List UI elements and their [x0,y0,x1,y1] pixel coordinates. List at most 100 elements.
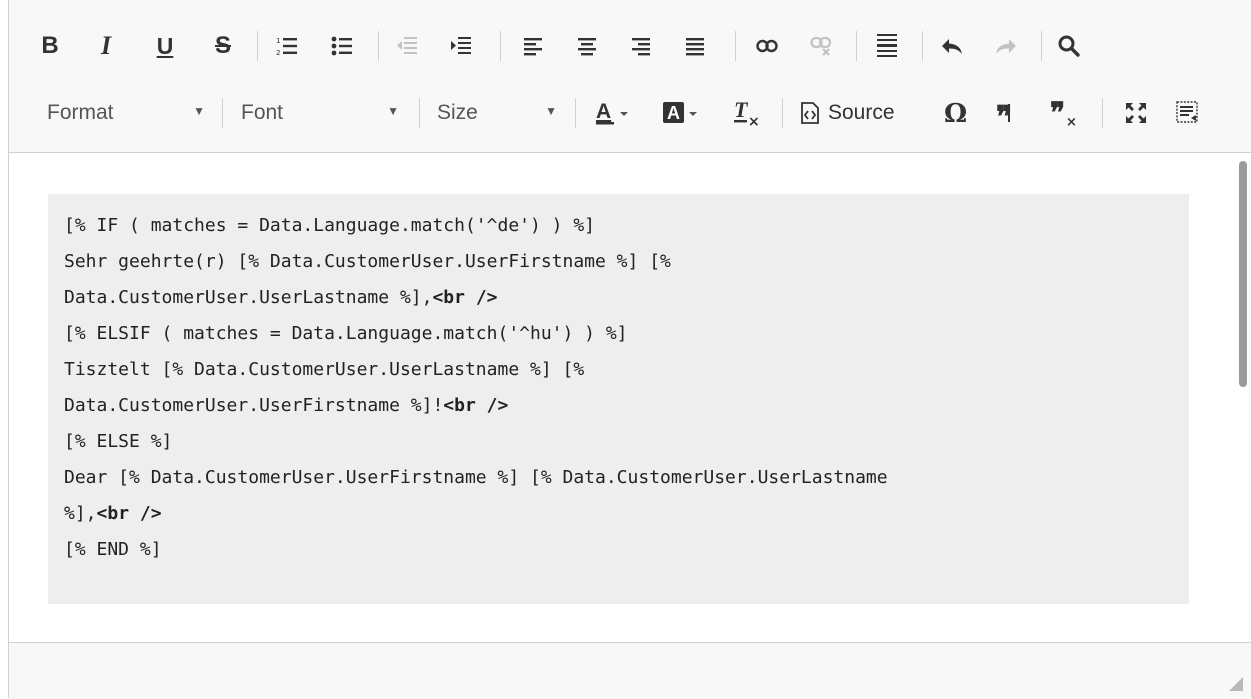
br-tag: <br /> [96,503,162,524]
justify-button[interactable] [680,21,710,71]
unlink-icon [810,36,832,56]
chevron-down-icon: ▼ [545,104,557,118]
bulleted-list-button[interactable] [327,21,357,71]
font-dropdown-label: Font [241,101,284,124]
maximize-button[interactable] [1119,88,1153,138]
special-character-button[interactable]: Ω [939,88,975,138]
indent-button[interactable] [446,21,476,71]
outdent-icon [397,37,417,54]
redo-icon [996,39,1016,54]
underline-button[interactable]: U [154,21,176,71]
align-left-button[interactable] [518,21,548,71]
code-line: [% ELSE %] [64,431,173,452]
code-line-text: %], [64,503,97,524]
br-tag: <br /> [432,287,498,308]
editor-footer [9,642,1251,699]
source-button[interactable]: Source [800,88,895,138]
svg-text:1: 1 [276,37,280,45]
svg-text:A: A [596,100,611,123]
br-tag: <br /> [443,395,509,416]
numbered-list-button[interactable]: 12 [272,21,302,71]
svg-text:2: 2 [276,49,280,57]
omega-icon: Ω [944,100,967,126]
redo-button[interactable] [991,21,1021,71]
code-line: [% END %] [64,539,162,560]
toolbar-separator [1041,31,1042,61]
svg-text:×: × [748,114,760,127]
blockquote-button[interactable]: ❞ [993,88,1029,138]
find-button[interactable] [1052,21,1086,71]
horizontal-line-button[interactable] [872,21,902,71]
toolbar-separator [575,98,576,128]
toolbar-separator [735,31,736,61]
remove-blockquote-icon: ❞ × [1050,100,1077,126]
format-dropdown[interactable]: Format ▼ [47,88,205,138]
blockquote-icon: ❞ [996,101,1012,125]
align-right-button[interactable] [626,21,656,71]
resize-handle-icon[interactable] [1229,677,1243,691]
rich-text-editor: B I U S 12 Format ▼ Font ▼ Size ▼ A A T … [8,0,1252,699]
scrollbar-thumb[interactable] [1239,161,1247,387]
bulleted-list-icon [331,36,352,56]
code-line-text: Data.CustomerUser.UserFirstname %]! [64,395,444,416]
align-left-icon [524,38,542,56]
numbered-list-icon: 12 [276,37,297,57]
background-color-button[interactable]: A [660,88,708,138]
text-color-button[interactable]: A [592,88,640,138]
source-button-label: Source [828,101,895,124]
code-line: Dear [% Data.CustomerUser.UserFirstname … [64,467,888,488]
justify-icon [686,38,704,56]
indent-icon [451,37,471,54]
link-icon [756,39,778,53]
align-right-icon [632,38,650,56]
italic-button[interactable]: I [95,21,117,71]
chevron-down-icon: ▼ [387,104,399,118]
remove-format-icon: T × [734,99,760,127]
toolbar-separator [856,31,857,61]
size-dropdown[interactable]: Size ▼ [437,88,557,138]
remove-blockquote-button[interactable]: ❞ × [1047,88,1083,138]
unlink-button[interactable] [806,21,836,71]
code-line: Data.CustomerUser.UserLastname %],<br /> [64,287,498,308]
show-blocks-icon [1176,101,1198,123]
chevron-down-icon: ▼ [193,104,205,118]
toolbar-separator [419,98,420,128]
background-color-icon: A [663,102,697,123]
bold-button[interactable]: B [39,21,61,71]
svg-text:×: × [1066,115,1077,126]
align-center-icon [578,38,596,56]
search-icon [1058,35,1080,57]
code-line: [% ELSIF ( matches = Data.Language.match… [64,323,628,344]
horizontal-line-icon [877,34,897,57]
svg-text:A: A [667,103,680,123]
toolbar-separator [378,31,379,61]
source-icon [801,102,819,124]
svg-text:❞: ❞ [1050,100,1065,126]
toolbar-separator [1102,98,1103,128]
toolbar-separator [922,31,923,61]
font-dropdown[interactable]: Font ▼ [241,88,399,138]
outdent-button[interactable] [392,21,422,71]
show-blocks-button[interactable] [1171,88,1205,138]
code-line-text: Data.CustomerUser.UserLastname %], [64,287,433,308]
vertical-scrollbar[interactable] [1235,153,1251,641]
undo-button[interactable] [937,21,967,71]
svg-text:Ω: Ω [944,100,967,126]
code-line: Tisztelt [% Data.CustomerUser.UserLastna… [64,359,585,380]
editor-toolbar: B I U S 12 Format ▼ Font ▼ Size ▼ A A T … [9,0,1251,153]
code-line: %],<br /> [64,503,162,524]
editor-content-area[interactable]: [% IF ( matches = Data.Language.match('^… [9,153,1235,641]
size-dropdown-label: Size [437,101,478,124]
code-line: Sehr geehrte(r) [% Data.CustomerUser.Use… [64,251,671,272]
remove-format-button[interactable]: T × [727,88,767,138]
link-button[interactable] [752,21,782,71]
toolbar-separator [222,98,223,128]
text-color-icon: A [596,100,628,125]
code-block[interactable]: [% IF ( matches = Data.Language.match('^… [48,194,1189,604]
format-dropdown-label: Format [47,101,114,124]
undo-icon [942,39,962,54]
code-line: Data.CustomerUser.UserFirstname %]!<br /… [64,395,508,416]
strikethrough-button[interactable]: S [212,21,234,71]
align-center-button[interactable] [572,21,602,71]
maximize-icon [1126,103,1146,123]
